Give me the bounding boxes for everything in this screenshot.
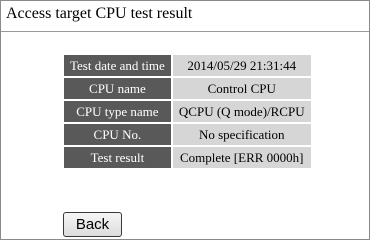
row-label-cpu-type-name: CPU type name <box>64 101 171 122</box>
title-divider <box>1 31 369 32</box>
row-label-cpu-no: CPU No. <box>64 124 171 145</box>
row-value-cpu-no: No specification <box>172 124 311 145</box>
row-label-test-result: Test result <box>64 147 171 168</box>
table-row: CPU name Control CPU <box>64 78 311 99</box>
table-row: CPU No. No specification <box>64 124 311 145</box>
row-label-cpu-name: CPU name <box>64 78 171 99</box>
page-title: Access target CPU test result <box>6 5 193 22</box>
row-value-cpu-type-name: QCPU (Q mode)/RCPU <box>172 101 311 122</box>
row-value-cpu-name: Control CPU <box>172 78 311 99</box>
row-value-test-result: Complete [ERR 0000h] <box>172 147 311 168</box>
row-value-test-date-time: 2014/05/29 21:31:44 <box>172 55 311 76</box>
table-row: CPU type name QCPU (Q mode)/RCPU <box>64 101 311 122</box>
cpu-test-result-table: Test date and time 2014/05/29 21:31:44 C… <box>62 53 313 170</box>
table-row: Test date and time 2014/05/29 21:31:44 <box>64 55 311 76</box>
row-label-test-date-time: Test date and time <box>64 55 171 76</box>
table-row: Test result Complete [ERR 0000h] <box>64 147 311 168</box>
result-window: Access target CPU test result Test date … <box>0 0 370 240</box>
back-button[interactable]: Back <box>63 212 122 237</box>
